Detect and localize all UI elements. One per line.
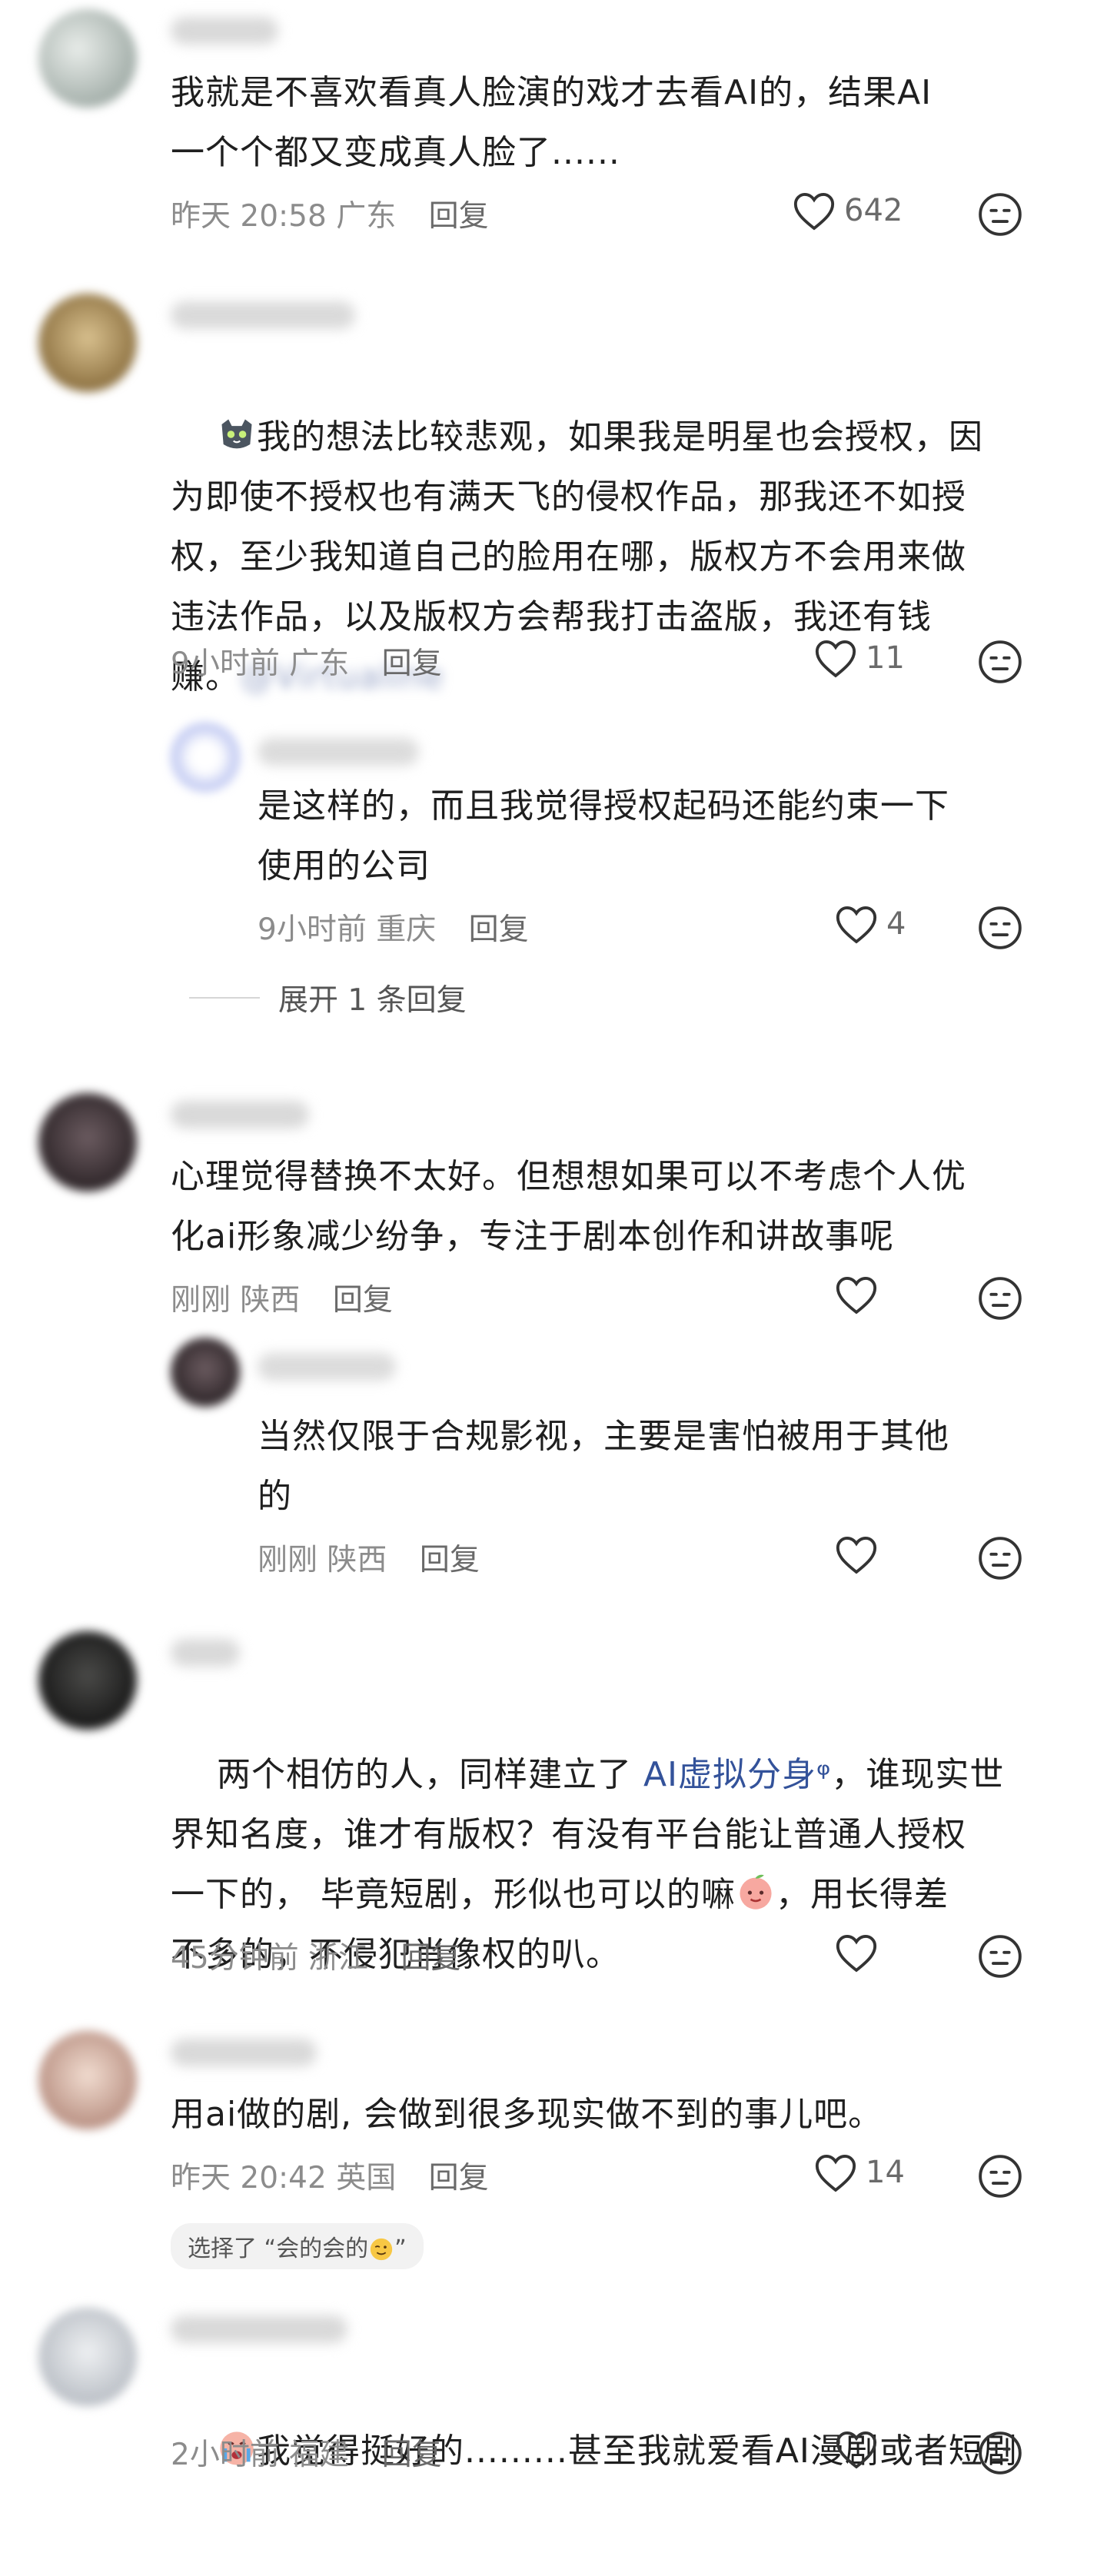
comment-time: 昨天 20:58 bbox=[171, 199, 327, 234]
username-blurred[interactable] bbox=[258, 738, 419, 766]
reply-button[interactable]: 回复 bbox=[429, 199, 489, 234]
face-emoji-icon[interactable] bbox=[976, 1275, 1024, 1322]
comment-meta: 昨天 20:58 广东 回复 bbox=[171, 192, 489, 235]
username-blurred[interactable] bbox=[171, 17, 278, 45]
comment-location: 福建 bbox=[289, 2438, 350, 2472]
avatar[interactable] bbox=[38, 294, 137, 392]
like-button[interactable]: 11 bbox=[813, 637, 905, 679]
comment-meta: 2小时前 福建 回复 bbox=[171, 2431, 442, 2474]
heart-icon bbox=[836, 1935, 877, 1973]
avatar[interactable] bbox=[171, 723, 240, 792]
face-emoji-icon[interactable] bbox=[976, 191, 1024, 238]
face-emoji-icon[interactable] bbox=[976, 638, 1024, 686]
cat-emoji-icon bbox=[221, 419, 252, 449]
comment-location: 浙江 bbox=[308, 1941, 369, 1976]
face-emoji-icon[interactable] bbox=[976, 1933, 1024, 1980]
username-blurred[interactable] bbox=[171, 1639, 240, 1667]
comment-time: 刚刚 bbox=[171, 1283, 231, 1318]
comment-location: 广东 bbox=[336, 199, 397, 234]
username-blurred[interactable] bbox=[258, 1353, 396, 1381]
avatar[interactable] bbox=[171, 1338, 240, 1407]
reply-location: 重庆 bbox=[376, 912, 437, 947]
reply-text: 是这样的，而且我觉得授权起码还能约束一下 使用的公司 bbox=[258, 786, 949, 886]
search-icon: ᵠ bbox=[816, 1755, 832, 1794]
comment-text: 我就是不喜欢看真人脸演的戏才去看AI的，结果AI 一个个都又变成真人脸了....… bbox=[171, 73, 932, 172]
avatar[interactable] bbox=[38, 2031, 137, 2129]
like-button[interactable]: 642 bbox=[792, 190, 903, 231]
heart-icon bbox=[815, 2155, 856, 2192]
like-button[interactable]: 4 bbox=[834, 903, 906, 945]
username-blurred[interactable] bbox=[171, 301, 355, 329]
expand-replies-button[interactable]: 展开 1 条回复 bbox=[189, 976, 467, 1019]
avatar[interactable] bbox=[38, 2308, 137, 2406]
comment-text: 心理觉得替换不太好。但想想如果可以不考虑个人优 化ai形象减少纷争，专注于剧本创… bbox=[171, 1157, 966, 1256]
poll-choice-label: 选择了 “会的会的 bbox=[188, 2235, 369, 2262]
comment-location: 广东 bbox=[289, 646, 350, 681]
heart-icon bbox=[793, 193, 835, 231]
comment-text-part: 两个相仿的人，同样建立了 bbox=[216, 1755, 643, 1794]
username-blurred[interactable] bbox=[171, 1101, 309, 1128]
reply-time: 刚刚 bbox=[258, 1543, 318, 1577]
face-emoji-icon[interactable] bbox=[976, 1534, 1024, 1582]
topic-link[interactable]: AI虚拟分身ᵠ bbox=[643, 1755, 831, 1794]
comment-text: 我的想法比较悲观，如果我是明星也会授权，因 为即使不授权也有满天飞的侵权作品，那… bbox=[171, 347, 983, 767]
comment-location: 陕西 bbox=[240, 1283, 301, 1318]
wink-emoji-icon bbox=[370, 2238, 393, 2261]
comment-meta: 刚刚 陕西 回复 bbox=[171, 1276, 393, 1319]
comment-meta: 45分钟前 浙江 回复 bbox=[171, 1934, 460, 1977]
like-count: 642 bbox=[844, 193, 903, 228]
comment-location: 英国 bbox=[336, 2161, 397, 2195]
poll-choice-chip[interactable]: 选择了 “会的会的 ” bbox=[171, 2223, 424, 2269]
topic-link-label: AI虚拟分身 bbox=[643, 1755, 817, 1794]
username-blurred[interactable] bbox=[171, 2315, 347, 2343]
reply-button[interactable]: 回复 bbox=[333, 1283, 393, 1318]
reply-time: 9小时前 bbox=[258, 912, 367, 947]
face-emoji-icon[interactable] bbox=[976, 2152, 1024, 2200]
expand-replies-label: 展开 1 条回复 bbox=[278, 983, 467, 1018]
poll-choice-label-end: ” bbox=[394, 2235, 407, 2262]
reply-button[interactable]: 回复 bbox=[382, 646, 442, 681]
like-button[interactable] bbox=[834, 1274, 886, 1315]
face-emoji-icon[interactable] bbox=[976, 904, 1024, 952]
reply-button[interactable]: 回复 bbox=[469, 912, 529, 947]
comment-time: 昨天 20:42 bbox=[171, 2161, 327, 2195]
heart-icon bbox=[815, 640, 856, 678]
heart-icon bbox=[836, 1537, 877, 1574]
comment-text: 用ai做的剧, 会做到很多现实做不到的事儿吧。 bbox=[171, 2095, 883, 2134]
like-count: 11 bbox=[866, 640, 905, 676]
like-count: 4 bbox=[886, 906, 906, 942]
comment-time: 9小时前 bbox=[171, 646, 280, 681]
heart-icon bbox=[836, 906, 877, 944]
comment-time: 45分钟前 bbox=[171, 1941, 299, 1976]
reply-text: 当然仅限于合规影视，主要是害怕被用于其他 的 bbox=[258, 1417, 949, 1516]
heart-icon bbox=[836, 2431, 877, 2469]
like-button[interactable] bbox=[834, 1534, 886, 1575]
like-button[interactable] bbox=[834, 2428, 886, 2470]
comment-meta: 9小时前 广东 回复 bbox=[171, 640, 442, 683]
like-button[interactable] bbox=[834, 1932, 886, 1973]
avatar[interactable] bbox=[38, 1631, 137, 1730]
avatar[interactable] bbox=[38, 1093, 137, 1192]
reply-meta: 刚刚 陕西 回复 bbox=[258, 1536, 480, 1579]
username-blurred[interactable] bbox=[171, 2039, 317, 2066]
like-button[interactable]: 14 bbox=[813, 2152, 905, 2193]
like-count: 14 bbox=[866, 2155, 905, 2190]
reply-button[interactable]: 回复 bbox=[429, 2161, 489, 2195]
comment-meta: 昨天 20:42 英国 回复 bbox=[171, 2154, 489, 2197]
reply-button[interactable]: 回复 bbox=[401, 1941, 460, 1976]
face-emoji-icon[interactable] bbox=[976, 2429, 1024, 2477]
reply-button[interactable]: 回复 bbox=[420, 1543, 480, 1577]
reply-meta: 9小时前 重庆 回复 bbox=[258, 906, 529, 949]
reply-button[interactable]: 回复 bbox=[382, 2438, 442, 2472]
reply-location: 陕西 bbox=[327, 1543, 387, 1577]
heart-icon bbox=[836, 1277, 877, 1315]
comment-time: 2小时前 bbox=[171, 2438, 280, 2472]
divider bbox=[189, 997, 260, 999]
avatar[interactable] bbox=[38, 9, 137, 108]
comment-text: 两个相仿的人，同样建立了 AI虚拟分身ᵠ，谁现实世 界知名度，谁才有版权？有没有… bbox=[171, 1685, 1004, 2045]
peach-emoji-icon bbox=[740, 1874, 772, 1910]
